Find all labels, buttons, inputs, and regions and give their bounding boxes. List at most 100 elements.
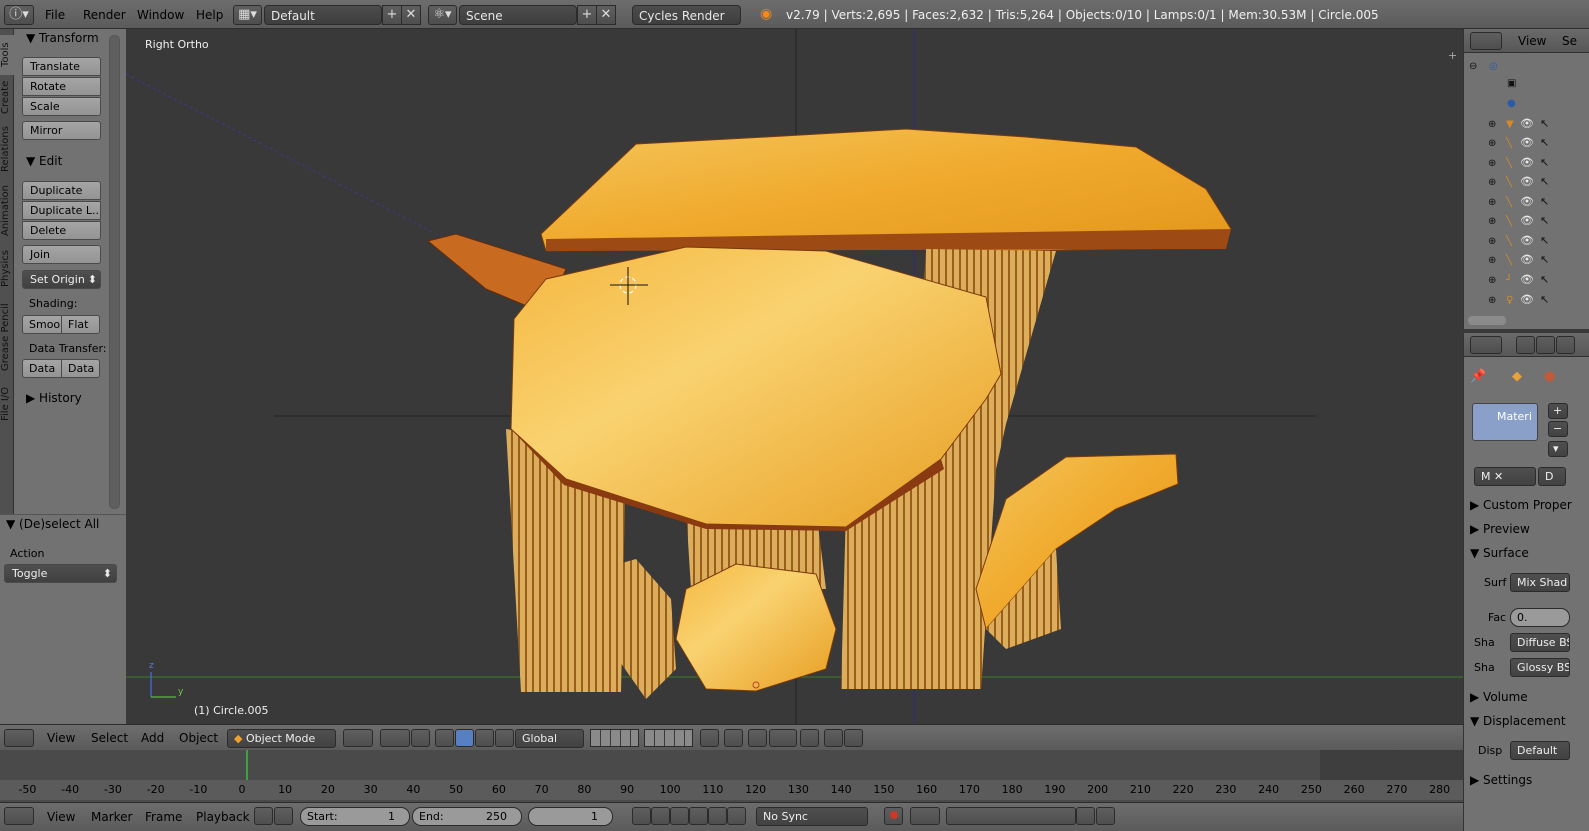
tab-grease-pencil[interactable]: Grease Pencil [0,297,14,377]
outliner-search-menu[interactable]: Se [1562,34,1577,48]
custom-props-header[interactable]: ▶ Custom Proper [1470,498,1572,512]
layer-buttons-2[interactable] [644,729,693,747]
outliner-view-menu[interactable]: View [1518,34,1546,48]
manipulator-toggle-icon[interactable] [411,729,430,747]
remove-slot-button[interactable]: − [1548,421,1568,437]
active-keying-set-field[interactable] [946,807,1076,825]
translate-button[interactable]: Translate [22,57,101,76]
use-preview-range-icon[interactable] [254,807,273,825]
outliner-editor-type-icon[interactable] [1470,32,1502,50]
shader1-select[interactable]: Diffuse BS [1510,633,1570,652]
fac-slider[interactable]: 0. [1510,608,1570,627]
tab-animation[interactable]: Animation [0,181,14,241]
lock-frame-icon[interactable] [274,807,293,825]
jump-end-icon[interactable] [727,807,746,825]
timeline-frame-menu[interactable]: Frame [145,810,182,824]
timeline-playback-menu[interactable]: Playback [196,810,250,824]
menu-file[interactable]: File [45,8,65,22]
rotate-manipulator-icon[interactable] [455,729,474,747]
material-datablock-field[interactable]: M ✕ [1474,467,1536,486]
scene-field[interactable]: Scene [459,5,577,25]
tab-file-io[interactable]: File I/O [0,381,14,427]
auto-keying-icon[interactable] [884,807,903,825]
orientation-select[interactable]: Global [515,729,584,748]
snap-target-icon[interactable] [800,729,819,747]
snap-element-icon[interactable] [769,729,797,747]
set-origin-select[interactable]: Set Origin ⬍ [22,270,101,289]
tab-relations[interactable]: Relations [0,121,14,177]
viewport-scene[interactable] [126,29,1463,724]
shade-flat-button[interactable]: Flat [61,315,100,334]
add-slot-button[interactable]: + [1548,403,1568,419]
timeline-ruler[interactable]: -50 -40 -30 -20 -10 0 10 20 30 40 50 60 70 80 90 100 110… [0,780,1463,800]
snap-toggle-icon[interactable] [748,729,767,747]
pivot-point-icon[interactable] [380,729,410,747]
scene-icon[interactable]: ⚛▾ [428,5,457,25]
data-transfer-button[interactable]: Data [22,359,62,378]
edit-panel-header[interactable]: ▼ Edit [26,154,62,168]
data-layout-button[interactable]: Data [61,359,100,378]
insert-keyframe-icon[interactable] [1076,807,1095,825]
menu-window[interactable]: Window [137,8,184,22]
sync-select[interactable]: No Sync [756,807,868,826]
jump-start-icon[interactable] [632,807,651,825]
slot-menu-button[interactable]: ▾ [1548,441,1568,457]
end-frame-field[interactable]: End: 250 [412,807,522,826]
outliner-hscrollbar[interactable] [1468,316,1506,325]
timeline-editor-type-icon[interactable] [4,807,34,825]
duplicate-linked-button[interactable]: Duplicate L... [22,201,101,220]
current-frame-field[interactable]: 1 [528,807,613,826]
add-menu[interactable]: Add [141,731,164,745]
remove-scene-icon[interactable]: ✕ [596,5,616,25]
mode-select[interactable]: ◆ Object Mode [227,729,336,748]
properties-editor-type-icon[interactable] [1470,336,1502,354]
render-anim-icon[interactable] [844,729,863,747]
displacement-select[interactable]: Default [1510,741,1570,760]
mirror-button[interactable]: Mirror [22,121,101,140]
outliner-tree[interactable]: ⊖ ◎ ▣ ● ⊕ ⊕ ⊕ ⊕ ⊕ ⊕ ⊕ ⊕ ⊕ ⊕ 👁 👁 👁 👁 👁 👁 👁 👁 👁 👁 ↖ ↖ ↖ ↖ ↖ ↖ ↖ ↖ ↖ ↖ ▼… [1464,55,1589,315]
scale-button[interactable]: Scale [22,97,101,116]
current-frame-marker[interactable] [246,750,248,780]
rotate-button[interactable]: Rotate [22,77,101,96]
menu-help[interactable]: Help [196,8,223,22]
delete-keyframe-icon[interactable] [1096,807,1115,825]
lock-layers-icon[interactable] [700,729,719,747]
tab-tools[interactable]: Tools [0,35,14,75]
layer-buttons-1[interactable] [590,729,639,747]
render-still-icon[interactable] [824,729,843,747]
pin-icon[interactable]: 📌 [1470,369,1486,384]
action-select[interactable]: Toggle ⬍ [4,564,117,583]
add-scene-icon[interactable]: + [577,5,597,25]
join-button[interactable]: Join [22,245,101,264]
translate-manipulator-icon[interactable] [435,729,454,747]
render-engine-select[interactable]: Cycles Render [632,5,741,25]
surface-header[interactable]: ▼ Surface [1470,546,1529,560]
displacement-header[interactable]: ▼ Displacement [1470,714,1566,728]
surface-shader-select[interactable]: Mix Shad [1510,573,1570,592]
start-frame-field[interactable]: Start: 1 [300,807,410,826]
select-menu[interactable]: Select [91,731,128,745]
play-icon[interactable] [689,807,708,825]
tab-physics[interactable]: Physics [0,245,14,293]
menu-render[interactable]: Render [83,8,126,22]
viewport-shading-icon[interactable] [343,729,373,747]
layers-context-icon[interactable] [1536,336,1555,354]
shelf-scrollbar[interactable] [109,35,120,509]
tab-create[interactable]: Create [0,77,14,117]
proportional-edit-icon[interactable] [724,729,743,747]
3d-viewport[interactable]: Right Ortho (1) Circle.005 z y + [126,29,1463,724]
preview-header[interactable]: ▶ Preview [1470,522,1530,536]
scene-context-icon[interactable] [1556,336,1575,354]
transform-panel-header[interactable]: ▼ Transform [26,31,99,45]
editor-type-info-icon[interactable]: ⓘ▾ [4,5,34,25]
object-menu[interactable]: Object [179,731,218,745]
material-slot-list[interactable]: Materi [1472,403,1538,441]
screen-layout-field[interactable]: Default [264,5,382,25]
viewport-plus-icon[interactable]: + [1448,49,1457,62]
play-reverse-icon[interactable] [670,807,689,825]
volume-header[interactable]: ▶ Volume [1470,690,1528,704]
add-layout-icon[interactable]: + [382,5,402,25]
shader2-select[interactable]: Glossy BS [1510,658,1570,677]
operator-panel-header[interactable]: ▼ (De)select All [6,517,99,531]
shade-smooth-button[interactable]: Smoo [22,315,62,334]
